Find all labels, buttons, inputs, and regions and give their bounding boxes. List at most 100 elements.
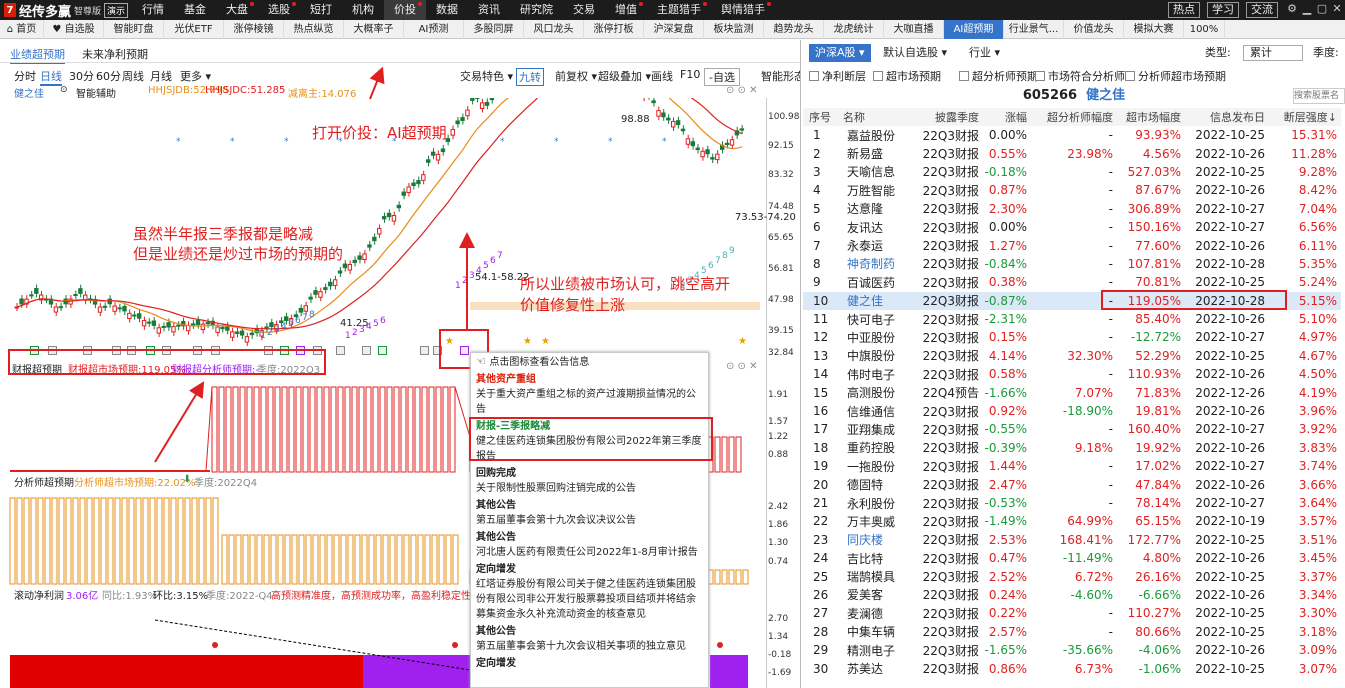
market-tab-industry[interactable]: 行业 ▾ [963, 44, 1006, 62]
table-row[interactable]: 14 伟时电子 22Q3财报 0.58% -110.93% 2022-10-26 4.50% [803, 365, 1341, 383]
menu-item-0[interactable]: 行情 [132, 0, 174, 20]
announcement-event-icon[interactable] [420, 346, 429, 355]
menu-item-8[interactable]: 资讯 [468, 0, 510, 20]
table-row[interactable]: 3 天喻信息 22Q3财报 -0.18% -527.03% 2022-10-25 9.28% [803, 163, 1341, 181]
table-row[interactable]: 11 快可电子 22Q3财报 -2.31% - 85.40% 2022-10-26 5.10% [803, 310, 1341, 328]
menu-item-5[interactable]: 机构 [342, 0, 384, 20]
learn-button[interactable]: 学习 [1207, 2, 1239, 18]
adjust-dropdown[interactable]: 前复权 ▾ [555, 68, 597, 84]
period-daily[interactable]: 日线 [40, 68, 62, 86]
tab-16[interactable]: AI超预期 [944, 20, 1004, 39]
announcement-event-icon[interactable] [362, 346, 371, 355]
menu-item-1[interactable]: 基金 [174, 0, 216, 20]
checkbox-beat-market[interactable]: 超市场预期 [873, 68, 941, 84]
table-row[interactable]: 7 永泰运 22Q3财报 1.27% - 77.60% 2022-10-26 6.11% [803, 236, 1341, 254]
panel-controls-icon[interactable]: ⊙ ⊙ ✕ [726, 85, 758, 96]
table-row[interactable]: 25 瑞鹄模具 22Q3财报 2.52% 6.72% 26.16% 2022-10-25 3.… [803, 567, 1341, 585]
column-header[interactable]: 断层强度↓ [1269, 108, 1341, 126]
dropdown-icon[interactable]: ⊙ [60, 85, 68, 95]
menu-item-11[interactable]: 增值 [605, 0, 647, 20]
tab-20[interactable]: 100% [1184, 20, 1225, 39]
menu-item-6[interactable]: 价投 [384, 0, 427, 20]
table-row[interactable]: 2 新易盛 22Q3财报 0.55% 23.98% 4.56% 2022-10-26 11.2… [803, 144, 1341, 162]
menu-item-7[interactable]: 数据 [426, 0, 468, 20]
column-header[interactable]: 涨幅 [983, 108, 1031, 126]
table-row[interactable]: 16 信维通信 22Q3财报 0.92% -18.90% 19.81% 2022-10-26… [803, 402, 1341, 420]
watchlist-select[interactable]: -自选 [704, 68, 740, 86]
menu-item-12[interactable]: 主题猎手 [647, 0, 711, 20]
menu-item-2[interactable]: 大盘 [216, 0, 258, 20]
demo-badge[interactable]: 演示 [104, 2, 129, 18]
fin-panel-controls-icon[interactable]: ⊙ ⊙ ✕ [726, 361, 758, 372]
smart-pattern-button[interactable]: 智能形态 [761, 68, 800, 84]
market-tab-watchlist[interactable]: 默认自选股 ▾ [877, 44, 953, 62]
announcement-event-icon[interactable] [336, 346, 345, 355]
menu-item-3[interactable]: 选股 [258, 0, 300, 20]
column-header[interactable]: 序号 [803, 108, 837, 126]
tab-8[interactable]: 多股同屏 [464, 20, 524, 39]
column-header[interactable]: 超市场幅度 [1117, 108, 1185, 126]
stock-search-input[interactable] [1293, 88, 1345, 104]
popup-item[interactable]: 定向增发 红塔证券股份有限公司关于健之佳医药连锁集团股份有限公司非公开发行股票募投… [471, 561, 708, 623]
menu-item-9[interactable]: 研究院 [510, 0, 563, 20]
tab-15[interactable]: 大咖直播 [884, 20, 944, 39]
popup-item[interactable]: 其他公告 河北唐人医药有限责任公司2022年1-8月审计报告 [471, 529, 708, 561]
maximize-icon[interactable]: ▢ [1315, 2, 1329, 16]
tab-7[interactable]: AI预测 [404, 20, 464, 39]
period-monthly[interactable]: 月线 [150, 68, 172, 84]
table-row[interactable]: 21 永利股份 22Q3财报 -0.53% - 78.14% 2022-10-27 3.64% [803, 494, 1341, 512]
table-row[interactable]: 20 德固特 22Q3财报 2.47% - 47.84% 2022-10-26 3.66% [803, 475, 1341, 493]
column-header[interactable]: 信息发布日 [1185, 108, 1269, 126]
stock-table[interactable]: 序号 名称 披露季度 涨幅 超分析师幅度 超市场幅度 信息发布日 断层强度↓ 1 嘉益股份 22Q3… [803, 108, 1341, 678]
nine-turn-button[interactable]: 九转 [516, 68, 544, 86]
tab-10[interactable]: 涨停打板 [584, 20, 644, 39]
tab-14[interactable]: 龙虎统计 [824, 20, 884, 39]
exchange-button[interactable]: 交流 [1246, 2, 1278, 18]
table-row[interactable]: 24 吉比特 22Q3财报 0.47% -11.49% 4.80% 2022-10-26 3.… [803, 549, 1341, 567]
table-row[interactable]: 1 嘉益股份 22Q3财报 0.00% - 93.93% 2022-10-25 15.31% [803, 126, 1341, 144]
table-row[interactable]: 15 高测股份 22Q4预告 -1.66% 7.07% 71.83% 2022-12-26 4… [803, 383, 1341, 401]
settings-icon[interactable]: ⚙ [1285, 2, 1299, 16]
table-row[interactable]: 27 麦澜德 22Q3财报 0.22% -110.27% 2022-10-25 3.30% [803, 604, 1341, 622]
table-row[interactable]: 28 中集车辆 22Q3财报 2.57% - 80.66% 2022-10-25 3.18% [803, 623, 1341, 641]
column-header[interactable]: 名称 [837, 108, 915, 126]
tab-2[interactable]: 智能盯盘 [104, 20, 164, 39]
popup-item[interactable]: 回购完成 关于限制性股票回购注销完成的公告 [471, 465, 708, 497]
table-row[interactable]: 5 达意隆 22Q3财报 2.30% -306.89% 2022-10-27 7.04% [803, 200, 1341, 218]
tab-18[interactable]: 价值龙头 [1064, 20, 1124, 39]
tab-4[interactable]: 涨停棱镜 [224, 20, 284, 39]
star-event-icon[interactable]: ★ [541, 336, 550, 347]
period-intraday[interactable]: 分时 [14, 68, 36, 84]
table-row[interactable]: 23 同庆楼 22Q3财报 2.53% 168.41% 172.77% 2022-10-25… [803, 531, 1341, 549]
table-row[interactable]: 26 爱美客 22Q3财报 0.24% -4.60% -6.66% 2022-10-26 3.… [803, 586, 1341, 604]
checkbox-profit-gap[interactable]: 净利断层 [809, 68, 866, 84]
table-row[interactable]: 29 精测电子 22Q3财报 -1.65% -35.66% -4.06% 2022-10-2… [803, 641, 1341, 659]
market-tab-a-share[interactable]: 沪深A股 ▾ [809, 44, 871, 62]
table-row[interactable]: 30 苏美达 22Q3财报 0.86% 6.73% -1.06% 2022-10-25 3.0… [803, 659, 1341, 677]
table-row[interactable]: 6 友讯达 22Q3财报 0.00% -150.16% 2022-10-27 6.56% [803, 218, 1341, 236]
tab-1[interactable]: ♥ 自选股 [44, 20, 104, 39]
column-header[interactable]: 披露季度 [915, 108, 983, 126]
tab-19[interactable]: 模拟大赛 [1124, 20, 1184, 39]
tab-13[interactable]: 趋势龙头 [764, 20, 824, 39]
popup-item[interactable]: 其他公告 第五届董事会第十九次会议决议公告 [471, 497, 708, 529]
minimize-icon[interactable]: ▁ [1300, 2, 1314, 16]
overlay-dropdown[interactable]: 超级叠加 ▾ [598, 68, 651, 84]
menu-item-4[interactable]: 短打 [300, 0, 342, 20]
checkbox-analyst-beat-market[interactable]: 分析师超市场预期 [1125, 68, 1226, 84]
close-icon[interactable]: ✕ [1330, 2, 1344, 16]
menu-item-10[interactable]: 交易 [563, 0, 605, 20]
popup-item[interactable]: 定向增发 [471, 655, 708, 672]
draw-line-button[interactable]: 画线 [651, 68, 673, 84]
table-row[interactable]: 8 神奇制药 22Q3财报 -0.84% -107.81% 2022-10-28 5.35% [803, 255, 1341, 273]
table-row[interactable]: 13 中旗股份 22Q3财报 4.14% 32.30% 52.29% 2022-10-25 4… [803, 347, 1341, 365]
hot-button[interactable]: 热点 [1168, 2, 1200, 18]
trade-feature-dropdown[interactable]: 交易特色 ▾ [460, 68, 513, 84]
column-header[interactable]: 超分析师幅度 [1031, 108, 1117, 126]
app-logo[interactable]: 7 经传多赢 智尊版 演示 [0, 0, 132, 20]
popup-item[interactable]: ☜ 点击图标查看公告信息 [471, 353, 708, 371]
tab-3[interactable]: 光伏ETF [164, 20, 224, 39]
table-row[interactable]: 12 中亚股份 22Q3财报 0.15% - -12.72% 2022-10-27 4.97% [803, 328, 1341, 346]
period-weekly[interactable]: 周线 [122, 68, 144, 84]
table-row[interactable]: 17 亚翔集成 22Q3财报 -0.55% -160.40% 2022-10-27 3.92… [803, 420, 1341, 438]
